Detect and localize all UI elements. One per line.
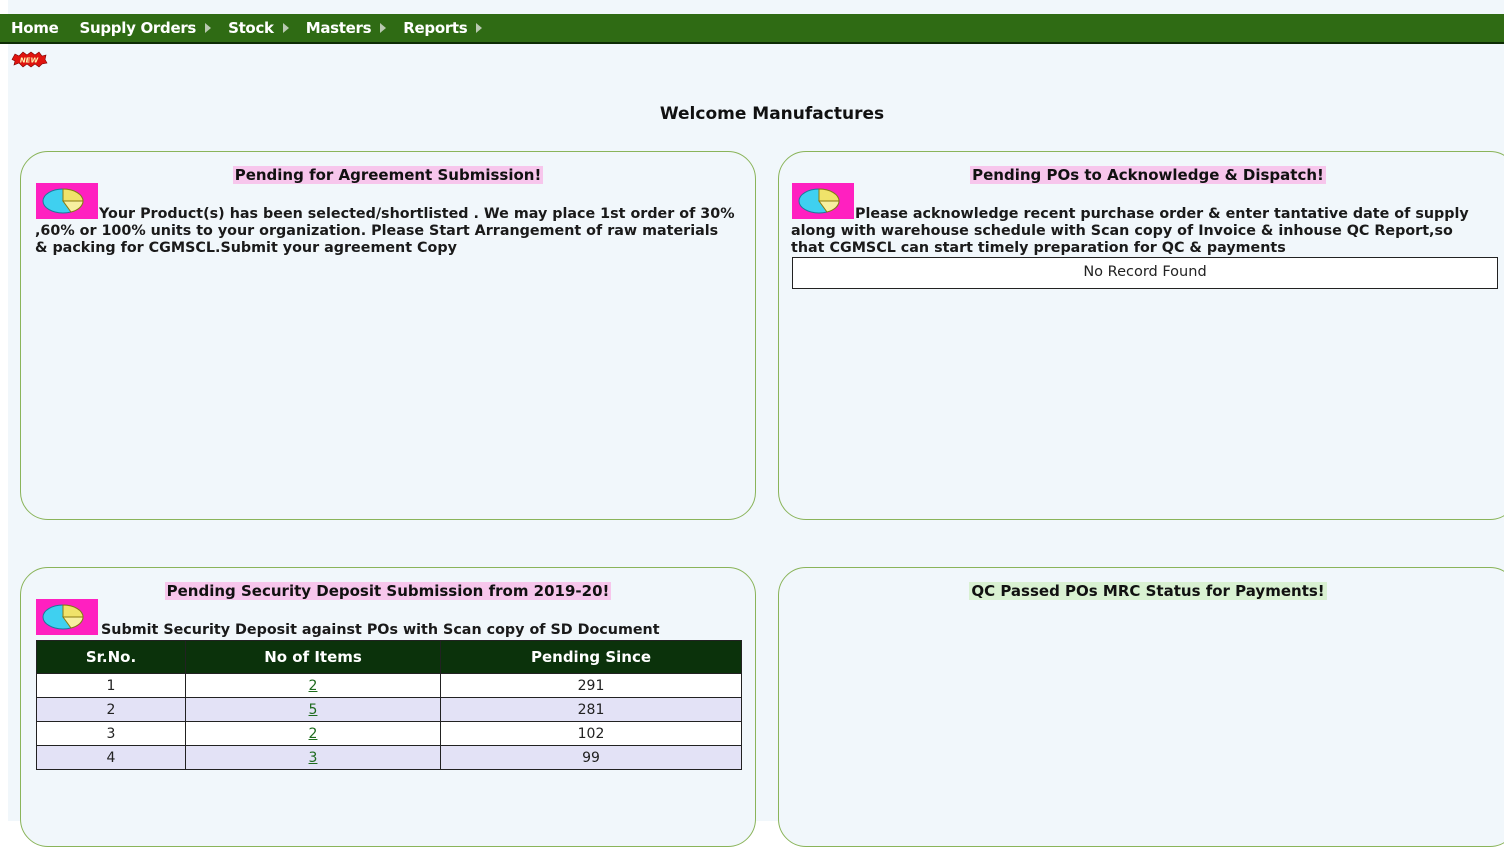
pie-chart-icon xyxy=(36,599,98,635)
po-acknowledge-title-wrap: Pending POs to Acknowledge & Dispatch! xyxy=(779,166,1504,184)
table-row: 1 2 291 xyxy=(36,673,742,698)
qc-passed-panel-title: QC Passed POs MRC Status for Payments! xyxy=(969,582,1327,600)
nav-supply-orders-label: Supply Orders xyxy=(79,19,197,37)
menu-arrow-icon xyxy=(282,23,289,33)
no-of-items-cell: 5 xyxy=(185,697,441,722)
nav-reports[interactable]: Reports xyxy=(403,19,483,37)
items-link[interactable]: 2 xyxy=(309,726,318,742)
nav-reports-label: Reports xyxy=(403,19,468,37)
menu-arrow-icon xyxy=(380,23,387,33)
nav-stock-label: Stock xyxy=(228,19,274,37)
po-acknowledge-panel: Pending POs to Acknowledge & Dispatch! P… xyxy=(778,151,1504,520)
qc-passed-title-wrap: QC Passed POs MRC Status for Payments! xyxy=(779,582,1504,600)
column-header-no-of-items[interactable]: No of Items xyxy=(185,640,441,674)
no-of-items-cell: 2 xyxy=(185,721,441,746)
top-navigation-bar: Home Supply Orders Stock Masters Reports xyxy=(0,14,1504,44)
no-record-message: No Record Found xyxy=(792,257,1498,289)
pending-since-cell: 102 xyxy=(440,721,742,746)
pending-since-cell: 281 xyxy=(440,697,742,722)
nav-masters-label: Masters xyxy=(305,19,372,37)
po-acknowledge-panel-text: Please acknowledge recent purchase order… xyxy=(791,206,1469,256)
menu-arrow-icon xyxy=(205,23,212,33)
pending-since-cell: 99 xyxy=(440,745,742,770)
nav-stock[interactable]: Stock xyxy=(228,19,289,37)
security-deposit-panel-title: Pending Security Deposit Submission from… xyxy=(164,582,612,600)
po-acknowledge-panel-title: Pending POs to Acknowledge & Dispatch! xyxy=(970,166,1326,184)
nav-home[interactable]: Home xyxy=(11,19,59,37)
sr-no-cell: 3 xyxy=(36,721,186,746)
no-of-items-cell: 2 xyxy=(185,673,441,698)
column-header-pending-since[interactable]: Pending Since xyxy=(440,640,742,674)
items-link[interactable]: 3 xyxy=(309,750,318,766)
items-link[interactable]: 5 xyxy=(309,702,318,718)
security-deposit-panel-text: Submit Security Deposit against POs with… xyxy=(101,622,660,638)
security-deposit-panel: Pending Security Deposit Submission from… xyxy=(20,567,756,847)
table-row: 4 3 99 xyxy=(36,745,742,770)
sr-no-cell: 1 xyxy=(36,673,186,698)
sr-no-cell: 4 xyxy=(36,745,186,770)
agreement-panel-title: Pending for Agreement Submission! xyxy=(232,166,544,184)
security-deposit-title-wrap: Pending Security Deposit Submission from… xyxy=(21,582,755,600)
agreement-panel-text: Your Product(s) has been selected/shortl… xyxy=(35,206,735,256)
security-deposit-table: Sr.No. No of Items Pending Since 1 2 291… xyxy=(36,640,742,770)
items-link[interactable]: 2 xyxy=(309,678,318,694)
nav-home-label: Home xyxy=(11,19,59,37)
no-of-items-cell: 3 xyxy=(185,745,441,770)
qc-passed-panel: QC Passed POs MRC Status for Payments! xyxy=(778,567,1504,847)
welcome-heading: Welcome Manufactures xyxy=(659,104,885,124)
pending-since-cell: 291 xyxy=(440,673,742,698)
nav-masters[interactable]: Masters xyxy=(306,19,387,37)
table-row: 2 5 281 xyxy=(36,697,742,722)
new-badge-text: NEW xyxy=(20,56,39,64)
agreement-panel-title-wrap: Pending for Agreement Submission! xyxy=(21,166,755,184)
table-header-row: Sr.No. No of Items Pending Since xyxy=(36,640,742,674)
nav-supply-orders[interactable]: Supply Orders xyxy=(79,19,212,37)
column-header-sr-no[interactable]: Sr.No. xyxy=(36,640,186,674)
new-badge-icon[interactable]: NEW xyxy=(10,51,48,68)
sr-no-cell: 2 xyxy=(36,697,186,722)
agreement-panel: Pending for Agreement Submission! Your P… xyxy=(20,151,756,520)
menu-arrow-icon xyxy=(476,23,483,33)
table-row: 3 2 102 xyxy=(36,721,742,746)
